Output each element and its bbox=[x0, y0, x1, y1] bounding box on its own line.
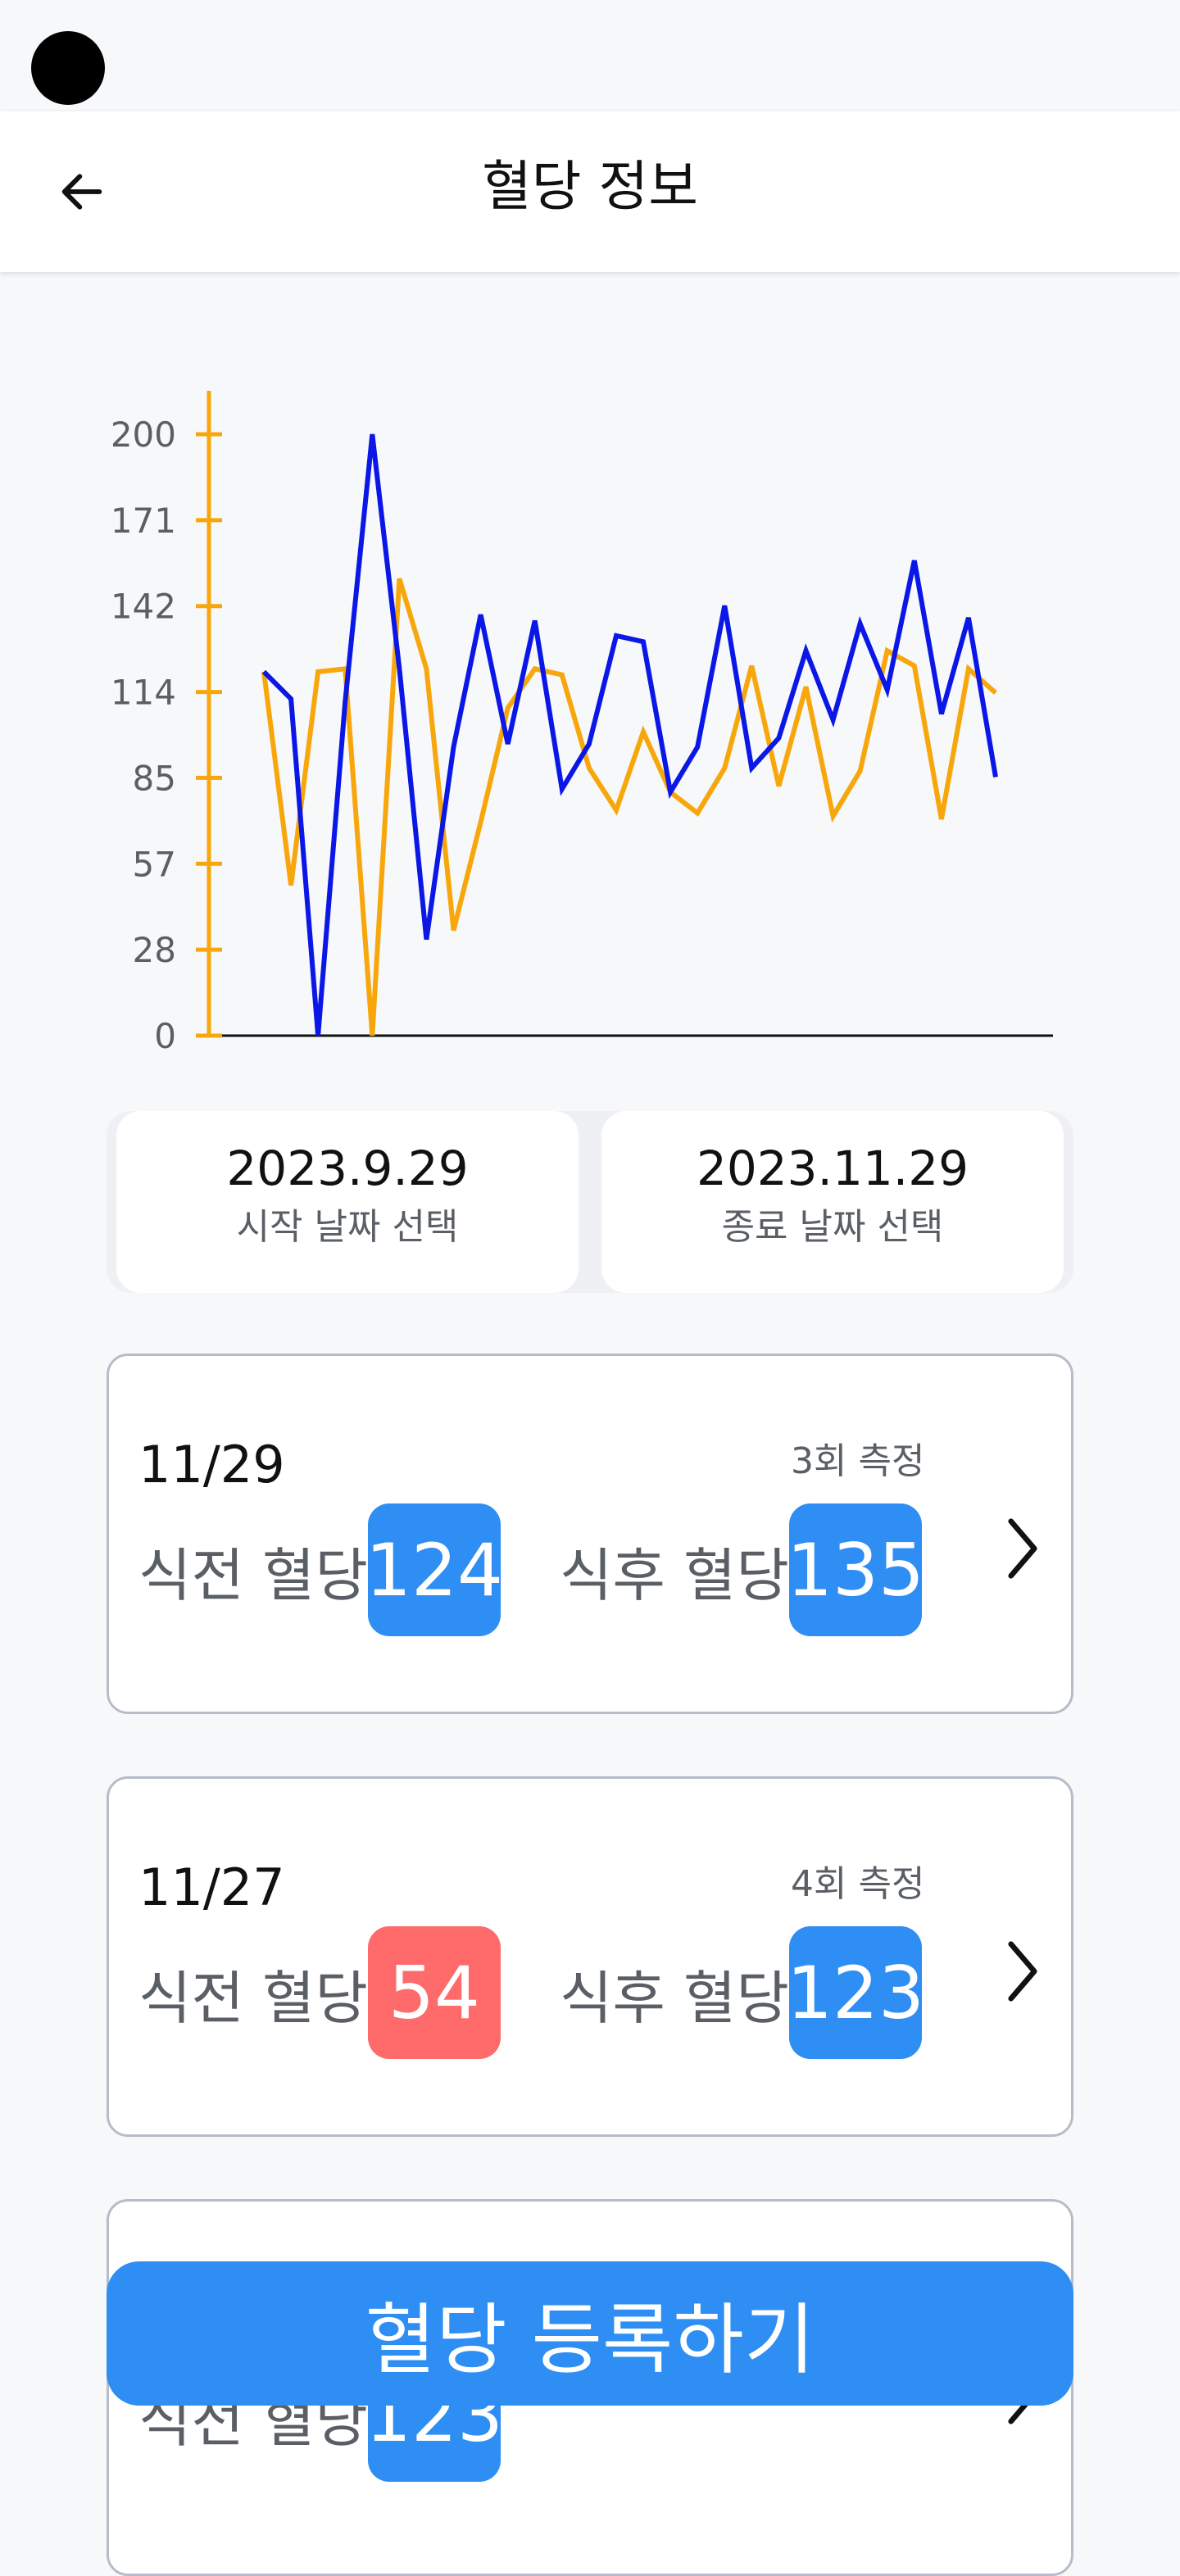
series-line-0 bbox=[261, 578, 997, 1036]
end-date-label: 종료 날짜 선택 bbox=[721, 1205, 944, 1248]
camera-cutout bbox=[31, 31, 105, 105]
page-title: 혈당 정보 bbox=[482, 155, 698, 218]
chevron-right-icon bbox=[994, 1503, 1051, 1594]
register-blood-sugar-button[interactable]: 혈당 등록하기 bbox=[107, 2261, 1073, 2406]
pre-meal-label: 식전 혈당 bbox=[138, 1542, 368, 1609]
post-meal-label: 식후 혈당 bbox=[560, 1542, 789, 1609]
end-date-value: 2023.11.29 bbox=[696, 1141, 969, 1196]
record-date: 11/27 bbox=[138, 1857, 285, 1917]
y-tick-label: 85 bbox=[133, 758, 176, 798]
series-line-1 bbox=[261, 433, 998, 1036]
app-bar: 혈당 정보 bbox=[0, 111, 1180, 272]
record-card[interactable]: 11/27 4회 측정 식전 혈당 54 식후 혈당 123 bbox=[107, 1776, 1073, 2137]
blood-sugar-chart: 0 28 57 85 114 142 171 200 bbox=[0, 272, 1180, 1091]
record-card[interactable]: 11/29 3회 측정 식전 혈당 124 식후 혈당 135 bbox=[107, 1354, 1073, 1714]
chevron-right-icon bbox=[994, 1926, 1051, 2016]
post-meal-label: 식후 혈당 bbox=[560, 1965, 789, 2032]
date-range-selector: 2023.9.29 시작 날짜 선택 2023.11.29 종료 날짜 선택 bbox=[107, 1111, 1073, 1293]
pre-meal-label: 식전 혈당 bbox=[138, 1965, 368, 2032]
y-tick-label: 28 bbox=[133, 930, 176, 970]
post-meal-value-badge: 135 bbox=[787, 1503, 924, 1636]
measurement-count: 4회 측정 bbox=[791, 1863, 925, 1905]
start-date-button[interactable]: 2023.9.29 시작 날짜 선택 bbox=[116, 1111, 579, 1293]
line-chart: 0 28 57 85 114 142 171 200 bbox=[111, 391, 1053, 1056]
y-tick-label: 114 bbox=[111, 673, 176, 713]
end-date-button[interactable]: 2023.11.29 종료 날짜 선택 bbox=[601, 1111, 1064, 1293]
y-tick-label: 57 bbox=[133, 844, 176, 884]
y-tick-label: 171 bbox=[111, 501, 176, 541]
y-tick-label: 0 bbox=[154, 1016, 176, 1056]
y-tick-label: 200 bbox=[111, 415, 176, 455]
start-date-value: 2023.9.29 bbox=[226, 1141, 469, 1196]
pre-meal-value-badge: 54 bbox=[368, 1926, 501, 2059]
pre-meal-value-badge: 124 bbox=[365, 1503, 503, 1636]
status-bar bbox=[0, 0, 1180, 111]
y-tick-label: 142 bbox=[111, 587, 176, 627]
start-date-label: 시작 날짜 선택 bbox=[236, 1205, 459, 1248]
record-date: 11/29 bbox=[138, 1435, 285, 1494]
measurement-count: 3회 측정 bbox=[791, 1440, 925, 1482]
post-meal-value-badge: 123 bbox=[787, 1926, 924, 2059]
